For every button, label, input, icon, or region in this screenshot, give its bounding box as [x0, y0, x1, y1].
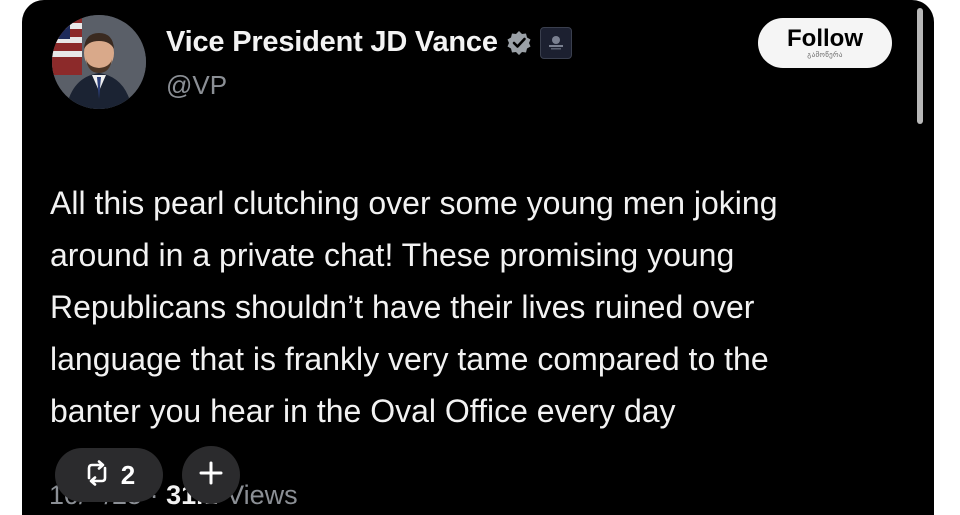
author-row: Vice President JD Vance — [166, 26, 572, 59]
avatar[interactable] — [52, 15, 146, 109]
post-text: All this pearl clutching over some young… — [50, 185, 778, 429]
plus-icon — [199, 461, 223, 490]
post-card: Vice President JD Vance @VP Follow გამოწ… — [22, 0, 934, 515]
repost-button[interactable]: 2 — [55, 448, 163, 502]
follow-button[interactable]: Follow გამოწერა — [758, 18, 892, 68]
repost-count: 2 — [120, 459, 136, 490]
scrollbar[interactable] — [917, 8, 923, 124]
avatar-image — [52, 15, 146, 109]
author-name[interactable]: Vice President JD Vance — [166, 26, 498, 59]
verified-badge-icon — [506, 30, 532, 56]
follow-sublabel: გამოწერა — [807, 52, 843, 59]
add-button[interactable] — [182, 446, 240, 504]
repost-icon — [83, 459, 111, 491]
government-seal-icon[interactable] — [539, 26, 572, 59]
follow-label: Follow — [787, 25, 863, 52]
author-handle[interactable]: @VP — [166, 70, 227, 101]
